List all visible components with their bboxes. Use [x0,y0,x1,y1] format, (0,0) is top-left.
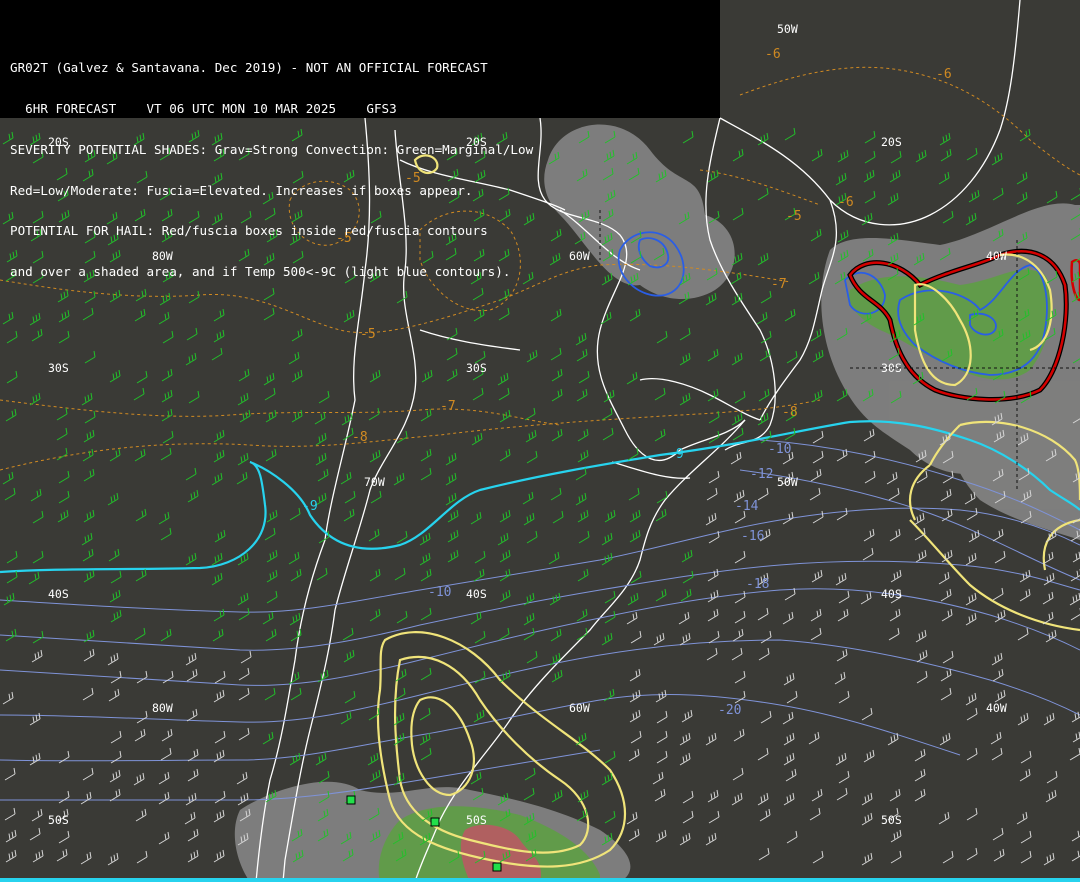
header-line-1: GR02T (Galvez & Santavana. Dec 2019) - N… [10,60,488,76]
contour-label: -12 [750,467,773,482]
contour-label: -18 [746,577,769,592]
header-line-5: POTENTIAL FOR HAIL: Red/fuscia boxes ins… [10,223,488,239]
header-line-3: SEVERITY POTENTIAL SHADES: Grav=Strong C… [10,141,534,157]
contour-label: -6 [765,47,781,62]
lon-40w-south: 40W [986,701,1007,715]
contour-label: -5 [360,327,376,342]
contour-label: -8 [782,405,798,420]
lon-60w-south: 60W [569,701,590,715]
contour-label: -7 [440,399,456,414]
lat-40s-center: 40S [466,587,487,601]
header-line-4: Red=Low/Moderate: Fuscia=Elevated. Incre… [10,182,473,198]
lat-30s-center: 30S [466,361,487,375]
lat-40s-east: 40S [881,587,902,601]
lat-40s-west: 40S [48,587,69,601]
header-line-2: 6HR FORECAST VT 06 UTC MON 10 MAR 2025 G… [10,100,397,116]
lat-50s-west: 50S [48,813,69,827]
lat-20s-east: 20S [881,135,902,149]
contour-label: -6 [838,195,854,210]
lat-30s-west: 30S [48,361,69,375]
contour-label: -20 [718,703,741,718]
contour-label: -7 [771,277,787,292]
forecast-header: GR02T (Galvez & Santavana. Dec 2019) - N… [0,0,720,278]
contour-label: -6 [936,67,952,82]
lon-80w-south: 80W [152,701,173,715]
lon-50w-middle: 50W [777,475,798,489]
contour-label: -10 [768,442,791,457]
lon-50w-top: 50W [777,22,798,36]
contour-label: -5 [786,209,802,224]
contour-label: -16 [741,529,764,544]
contour-label: -8 [352,430,368,445]
contour-label-minus9: -9 [302,499,318,514]
lat-50s-east: 50S [881,813,902,827]
contour-label: -14 [735,499,759,514]
contour-label-minus9: -9 [668,447,684,462]
bottom-bar [0,878,1080,882]
lat-50s-center: 50S [466,813,487,827]
header-line-6: and over a shaded area, and if Temp 500<… [10,264,511,280]
lon-70w-middle: 70W [364,475,385,489]
lon-40w-north: 40W [986,249,1007,263]
contour-label: -10 [428,585,451,600]
